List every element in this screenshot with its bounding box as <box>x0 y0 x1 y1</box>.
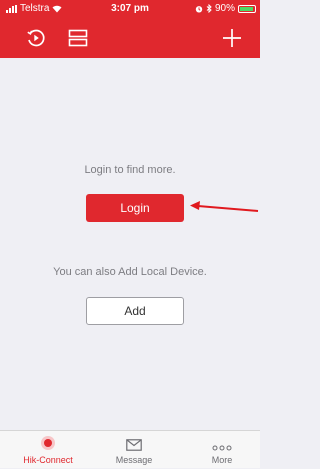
battery-percent: 90% <box>214 3 235 14</box>
nav-bar <box>0 18 260 58</box>
battery-icon <box>238 4 256 13</box>
alarm-icon <box>195 5 203 12</box>
envelope-icon <box>126 439 142 451</box>
hik-connect-icon <box>41 436 55 450</box>
bluetooth-icon <box>206 4 212 13</box>
status-right: 90% <box>195 3 256 14</box>
tab-message[interactable]: Message <box>94 431 174 469</box>
main-content: Login to find more. Login You can also A… <box>0 58 260 430</box>
tab-label-hik-connect: Hik-Connect <box>23 455 73 465</box>
local-device-prompt: You can also Add Local Device. <box>53 266 207 278</box>
annotation-arrow <box>190 201 259 212</box>
tab-hik-connect[interactable]: Hik-Connect <box>8 431 88 469</box>
ellipsis-icon <box>212 445 232 451</box>
tab-more[interactable]: More <box>182 431 262 469</box>
layout-icon[interactable] <box>66 26 90 50</box>
tab-label-more: More <box>211 455 233 465</box>
history-icon[interactable] <box>24 26 48 50</box>
login-prompt: Login to find more. <box>84 164 176 176</box>
login-button[interactable]: Login <box>86 194 184 222</box>
tab-label-message: Message <box>115 455 153 465</box>
add-icon[interactable] <box>220 26 244 50</box>
add-device-button[interactable]: Add <box>86 297 184 325</box>
tab-bar: Hik-Connect Message More <box>0 430 260 468</box>
status-bar: Telstra 3:07 pm 90% <box>0 0 260 18</box>
